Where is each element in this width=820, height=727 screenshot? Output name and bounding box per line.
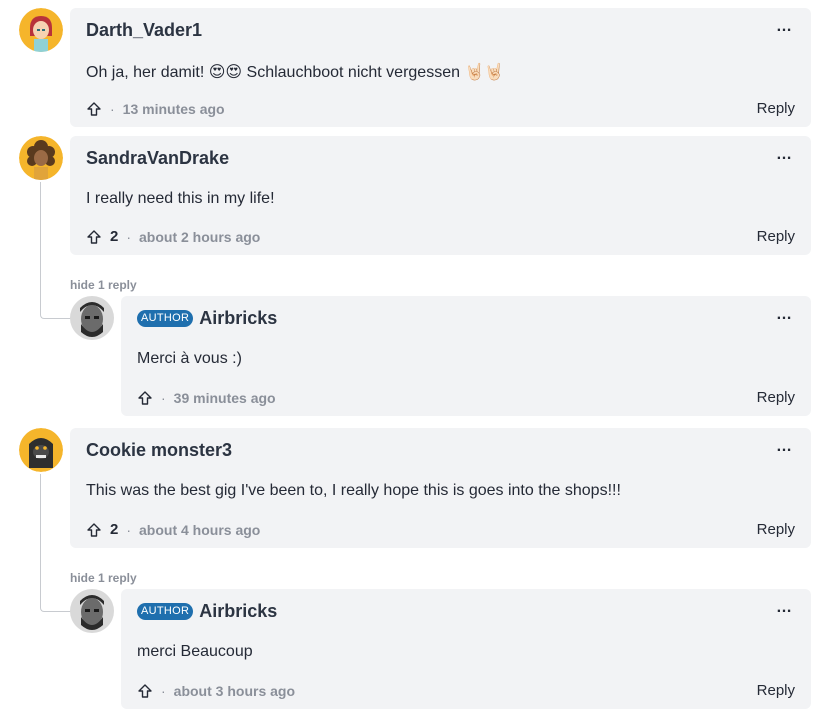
- author-name[interactable]: Darth_Vader1: [86, 20, 202, 41]
- more-options-button[interactable]: …: [776, 599, 793, 617]
- reply-card: AUTHOR Airbricks … Merci à vous :) · 39 …: [121, 296, 811, 416]
- reply-card: AUTHOR Airbricks … merci Beaucoup · abou…: [121, 589, 811, 709]
- comment-text: Oh ja, her damit! 😍😍 Schlauchboot nicht …: [86, 64, 505, 81]
- reply-button[interactable]: Reply: [757, 682, 795, 699]
- author-name[interactable]: Airbricks: [199, 308, 277, 329]
- avatar[interactable]: [19, 428, 63, 472]
- bearded-man-photo-icon: [70, 589, 114, 633]
- comment-author[interactable]: SandraVanDrake: [86, 148, 229, 169]
- comment-meta: · 13 minutes ago: [86, 101, 225, 117]
- curly-hair-avatar-icon: [19, 136, 63, 180]
- comment-card: Cookie monster3 … This was the best gig …: [70, 428, 811, 548]
- reply-button[interactable]: Reply: [757, 228, 795, 245]
- upvote-count: 2: [110, 228, 119, 245]
- separator-dot: ·: [126, 228, 132, 245]
- upvote-count: 2: [110, 521, 119, 538]
- more-options-button[interactable]: …: [776, 18, 793, 36]
- thread-line: [40, 474, 71, 612]
- avatar[interactable]: [19, 8, 63, 52]
- upvote-arrow-icon[interactable]: [86, 522, 102, 538]
- comment-author[interactable]: Cookie monster3: [86, 440, 232, 461]
- author-name[interactable]: Cookie monster3: [86, 440, 232, 461]
- more-options-button[interactable]: …: [776, 146, 793, 164]
- timestamp[interactable]: 39 minutes ago: [174, 390, 276, 406]
- comment-text: merci Beaucoup: [137, 643, 253, 660]
- gorilla-avatar-icon: [19, 428, 63, 472]
- bearded-man-photo-icon: [70, 296, 114, 340]
- avatar[interactable]: [70, 589, 114, 633]
- author-name[interactable]: SandraVanDrake: [86, 148, 229, 169]
- comment-card: SandraVanDrake … I really need this in m…: [70, 136, 811, 255]
- author-badge: AUTHOR: [137, 603, 194, 620]
- comment-author[interactable]: AUTHOR Airbricks: [137, 308, 277, 329]
- upvote-arrow-icon[interactable]: [137, 390, 153, 406]
- avatar[interactable]: [70, 296, 114, 340]
- timestamp[interactable]: about 4 hours ago: [139, 522, 260, 538]
- upvote-arrow-icon[interactable]: [86, 101, 102, 117]
- comment-meta: · 39 minutes ago: [137, 390, 276, 406]
- comment-author[interactable]: Darth_Vader1: [86, 20, 202, 41]
- separator-dot: ·: [161, 390, 166, 406]
- comment-author[interactable]: AUTHOR Airbricks: [137, 601, 277, 622]
- timestamp[interactable]: 13 minutes ago: [123, 101, 225, 117]
- timestamp[interactable]: about 3 hours ago: [174, 683, 295, 699]
- comment-text: I really need this in my life!: [86, 190, 275, 207]
- comment-text: This was the best gig I've been to, I re…: [86, 482, 621, 499]
- hide-replies-toggle[interactable]: hide 1 reply: [70, 278, 137, 292]
- separator-dot: ·: [126, 521, 132, 538]
- reply-button[interactable]: Reply: [757, 389, 795, 406]
- more-options-button[interactable]: …: [776, 438, 793, 456]
- separator-dot: ·: [161, 683, 166, 699]
- avatar[interactable]: [19, 136, 63, 180]
- upvote-arrow-icon[interactable]: [86, 229, 102, 245]
- author-badge: AUTHOR: [137, 310, 194, 327]
- comment-meta: 2 · about 2 hours ago: [86, 228, 260, 245]
- more-options-button[interactable]: …: [776, 306, 793, 324]
- comment-text: Merci à vous :): [137, 350, 242, 367]
- timestamp[interactable]: about 2 hours ago: [139, 229, 260, 245]
- thread-line: [40, 182, 71, 319]
- girl-avatar-icon: [19, 8, 63, 52]
- comment-meta: · about 3 hours ago: [137, 683, 295, 699]
- comment-meta: 2 · about 4 hours ago: [86, 521, 260, 538]
- separator-dot: ·: [110, 101, 115, 117]
- author-name[interactable]: Airbricks: [199, 601, 277, 622]
- hide-replies-toggle[interactable]: hide 1 reply: [70, 571, 137, 585]
- reply-button[interactable]: Reply: [757, 100, 795, 117]
- reply-button[interactable]: Reply: [757, 521, 795, 538]
- upvote-arrow-icon[interactable]: [137, 683, 153, 699]
- comment-card: Darth_Vader1 … Oh ja, her damit! 😍😍 Schl…: [70, 8, 811, 127]
